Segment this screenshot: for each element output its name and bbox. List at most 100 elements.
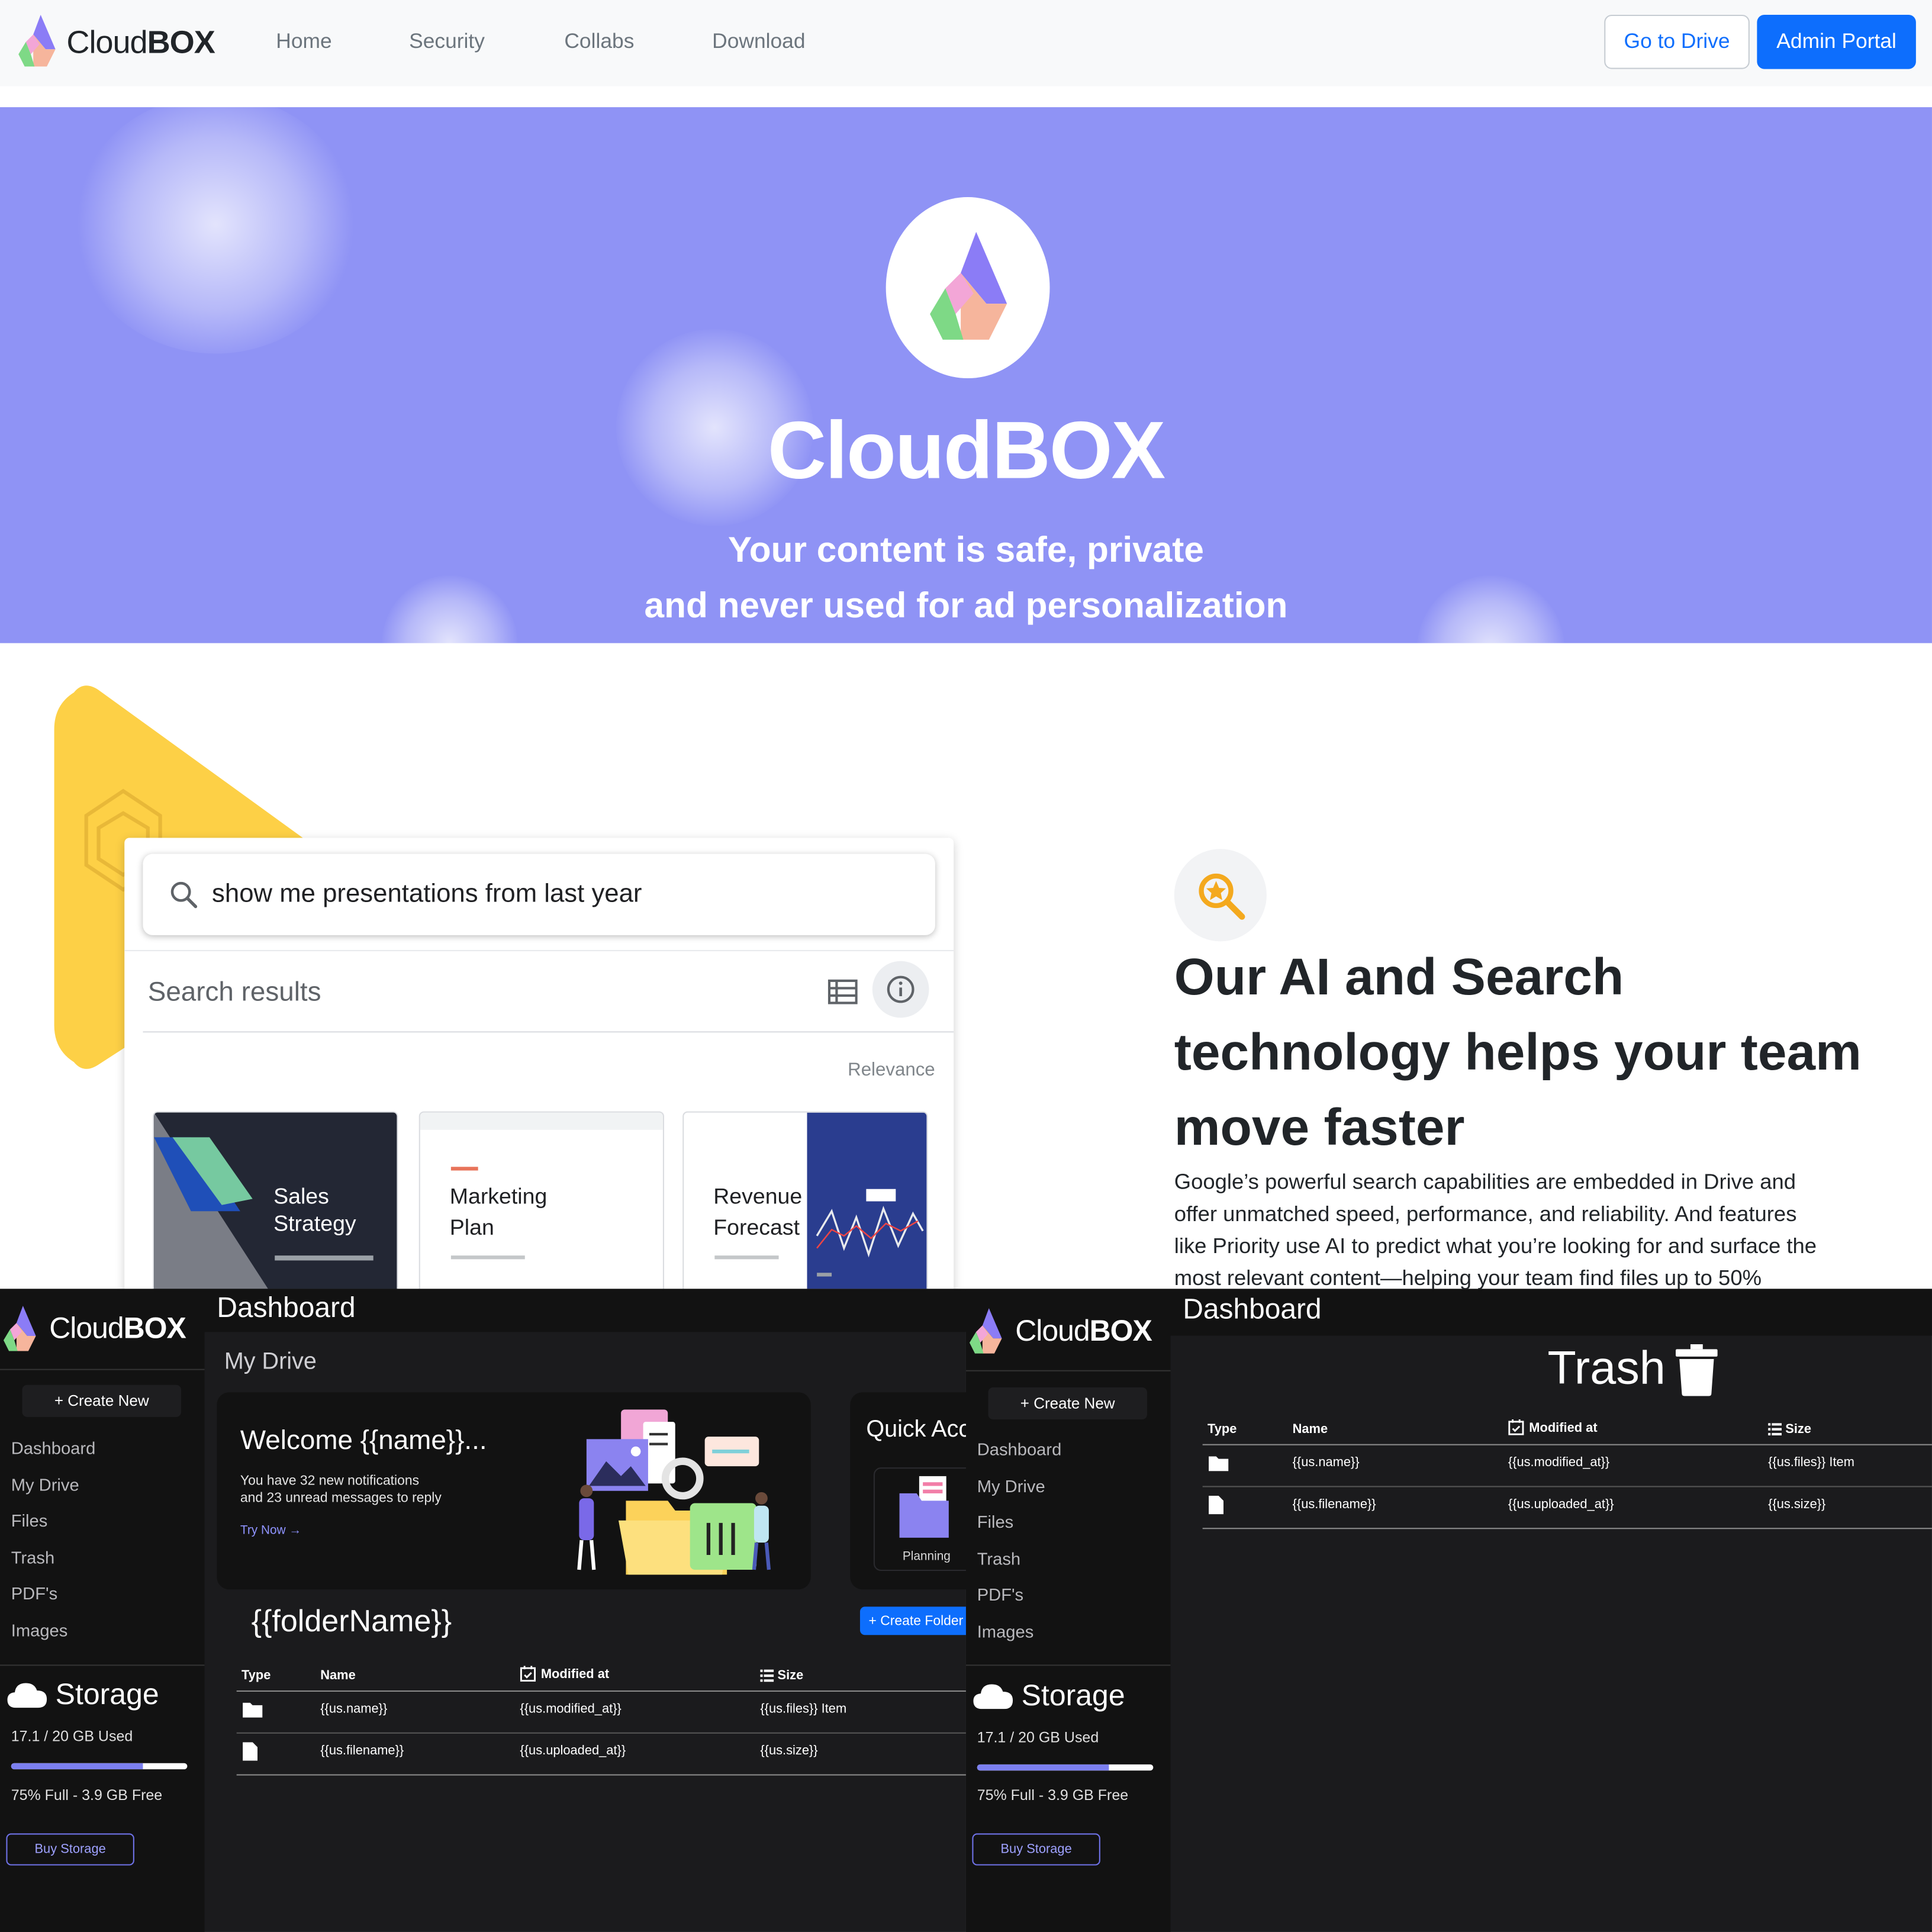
- sidebar: CloudBOX + Create New Dashboard My Drive…: [0, 1289, 205, 1932]
- quick-access-item-label: Planning: [902, 1550, 951, 1564]
- ai-feature-title: Our AI and Search technology helps your …: [1174, 947, 1862, 1156]
- quick-access-title: Quick Access: [866, 1416, 966, 1443]
- file-icon: [1209, 1496, 1224, 1515]
- ai-search-badge: [1174, 849, 1267, 942]
- welcome-line2: and 23 unread messages to reply: [240, 1490, 442, 1506]
- nav-link-download[interactable]: Download: [712, 30, 805, 54]
- sidebar-brand[interactable]: CloudBOX: [966, 1301, 1152, 1363]
- topbar: Dashboard: [1170, 1289, 1932, 1336]
- sidebar-item-files[interactable]: Files: [11, 1511, 48, 1530]
- trash-heading: Trash: [1547, 1343, 1718, 1396]
- mock-search-box[interactable]: show me presentations from last year: [143, 854, 935, 935]
- card-title-line2: Plan: [449, 1215, 494, 1240]
- dashboard-my-drive: CloudBOX + Create New Dashboard My Drive…: [0, 1289, 966, 1932]
- column-header-modified: Modified at: [1508, 1419, 1598, 1435]
- calendar-check-icon: [1508, 1419, 1524, 1435]
- card-title-line1: Revenue: [713, 1184, 803, 1209]
- sidebar-item-trash[interactable]: Trash: [977, 1549, 1020, 1569]
- nav-link-security[interactable]: Security: [409, 30, 485, 54]
- table-row[interactable]: {{us.filename}} {{us.uploaded_at}} {{us.…: [237, 1734, 966, 1775]
- section-title: My Drive: [224, 1349, 317, 1376]
- cloud-icon: [973, 1684, 1013, 1709]
- card-underline: [714, 1255, 779, 1260]
- result-card-marketing[interactable]: Marketing Plan: [418, 1111, 664, 1289]
- info-button[interactable]: [872, 961, 929, 1018]
- go-to-drive-button[interactable]: Go to Drive: [1604, 14, 1750, 69]
- top-navbar: CloudBOX Home Security Collabs Download …: [0, 0, 1932, 86]
- sidebar-item-dashboard[interactable]: Dashboard: [11, 1438, 96, 1457]
- storage-title-text: Storage: [55, 1678, 159, 1712]
- try-now-link[interactable]: Try Now →: [240, 1524, 301, 1538]
- search-mockup: show me presentations from last year Sea…: [124, 838, 954, 1289]
- sidebar-item-my-drive[interactable]: My Drive: [11, 1475, 79, 1495]
- buy-storage-button[interactable]: Buy Storage: [6, 1833, 134, 1866]
- column-header-name: Name: [320, 1668, 356, 1683]
- brand-bold: BOX: [147, 22, 215, 60]
- card-header: [420, 1112, 663, 1130]
- storage-progress-bar: [977, 1764, 1154, 1771]
- ai-search-feature-section: show me presentations from last year Sea…: [0, 643, 1932, 1289]
- divider: [0, 1664, 205, 1666]
- divider: [1202, 1528, 1932, 1530]
- sidebar-item-files[interactable]: Files: [977, 1512, 1014, 1531]
- buy-storage-button[interactable]: Buy Storage: [972, 1833, 1100, 1866]
- card-title-line2: Strategy: [273, 1211, 356, 1236]
- create-new-button[interactable]: + Create New: [988, 1387, 1147, 1420]
- folder-icon: [1209, 1456, 1229, 1471]
- nav-link-home[interactable]: Home: [276, 30, 331, 54]
- card-underline: [275, 1255, 373, 1261]
- sidebar-item-my-drive[interactable]: My Drive: [977, 1476, 1045, 1496]
- sidebar-item-pdfs[interactable]: PDF's: [11, 1583, 57, 1603]
- folder-icon: [243, 1702, 263, 1718]
- cell-name: {{us.filename}}: [1292, 1497, 1376, 1512]
- admin-portal-button[interactable]: Admin Portal: [1757, 14, 1916, 69]
- table-row[interactable]: {{us.name}} {{us.modified_at}} {{us.file…: [237, 1692, 966, 1733]
- welcome-card: Welcome {{name}}... You have 32 new noti…: [217, 1392, 811, 1590]
- magnifier-star-icon: [1198, 872, 1245, 919]
- cell-modified: {{us.uploaded_at}}: [1508, 1497, 1614, 1512]
- quick-access-item[interactable]: Planning: [873, 1467, 966, 1572]
- sidebar-item-dashboard[interactable]: Dashboard: [977, 1439, 1062, 1458]
- search-results-label: Search results: [147, 975, 321, 1007]
- quick-access-card: Quick Access Planning: [850, 1392, 966, 1590]
- storage-progress-fill: [11, 1763, 143, 1770]
- storage-used: 17.1 / 20 GB Used: [11, 1727, 133, 1745]
- storage-title: Storage: [972, 1679, 1125, 1714]
- divider: [236, 1774, 966, 1776]
- cell-modified: {{us.uploaded_at}}: [520, 1743, 626, 1759]
- brand-light: Cloud: [1015, 1315, 1090, 1348]
- sidebar-item-images[interactable]: Images: [11, 1620, 68, 1640]
- cell-name: {{us.filename}}: [320, 1743, 404, 1759]
- storage-title-text: Storage: [1021, 1679, 1125, 1713]
- storage-used: 17.1 / 20 GB Used: [977, 1728, 1099, 1746]
- info-icon: [887, 975, 915, 1003]
- list-view-icon[interactable]: [827, 978, 858, 1006]
- brand-bold: BOX: [1089, 1315, 1152, 1348]
- cell-name: {{us.name}}: [320, 1701, 388, 1717]
- topbar-title: Dashboard: [217, 1291, 356, 1324]
- sidebar-item-pdfs[interactable]: PDF's: [977, 1585, 1023, 1604]
- cell-modified: {{us.modified_at}}: [1508, 1455, 1610, 1470]
- column-header-modified: Modified at: [520, 1666, 609, 1682]
- nav-link-collabs[interactable]: Collabs: [564, 30, 634, 54]
- brand-logo[interactable]: CloudBOX: [15, 12, 215, 72]
- cell-size: {{us.files}} Item: [1768, 1455, 1854, 1470]
- topbar-title: Dashboard: [1183, 1292, 1322, 1325]
- card-title-line2: Forecast: [713, 1215, 800, 1240]
- table-row[interactable]: {{us.name}} {{us.modified_at}} {{us.file…: [1203, 1445, 1932, 1486]
- trash-icon: [1675, 1343, 1718, 1396]
- result-card-revenue[interactable]: Revenue Forecast: [682, 1111, 928, 1289]
- table-row[interactable]: {{us.filename}} {{us.uploaded_at}} {{us.…: [1203, 1487, 1932, 1528]
- sidebar-item-trash[interactable]: Trash: [11, 1547, 54, 1567]
- cloud-icon: [7, 1683, 47, 1708]
- result-card-sales[interactable]: Sales Strategy: [153, 1111, 398, 1289]
- create-new-button[interactable]: + Create New: [22, 1384, 181, 1417]
- sort-relevance-label[interactable]: Relevance: [848, 1060, 935, 1080]
- sidebar-item-images[interactable]: Images: [977, 1621, 1034, 1641]
- sidebar-brand[interactable]: CloudBOX: [0, 1299, 186, 1360]
- storage-free: 75% Full - 3.9 GB Free: [11, 1786, 163, 1804]
- files-illustration: [577, 1409, 771, 1575]
- create-folder-button[interactable]: + Create Folder: [859, 1606, 966, 1635]
- divider: [0, 1368, 205, 1370]
- decorative-bubble: [73, 107, 358, 354]
